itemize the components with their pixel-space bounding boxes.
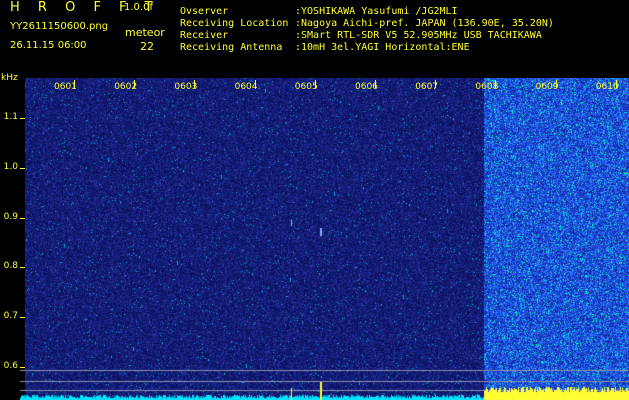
info-value: :SMart RTL-SDR V5 52.905MHz USB TACHIKAW… [295, 30, 542, 41]
x-tick-mark [495, 80, 497, 88]
datetime-label: 26.11.15 06:00 [10, 40, 87, 51]
y-tick-label: 0.7 [3, 311, 18, 322]
info-value: :10mH 3el.YAGI Horizontal:ENE [295, 42, 470, 53]
x-tick-mark [74, 80, 75, 88]
x-tick-mark [375, 80, 376, 88]
info-key: Receiving Location [180, 18, 289, 29]
info-row-antenna: Receiving Antenna :10mH 3el.YAGI Horizon… [180, 42, 554, 54]
info-key: Ovserver [180, 6, 229, 17]
info-key: Receiver [180, 30, 229, 41]
meteor-count: 22 [140, 40, 154, 53]
y-tick-label: 1.0 [3, 161, 18, 172]
y-tick-mark [20, 167, 25, 169]
x-tick-mark [254, 80, 256, 88]
spectrogram-canvas [20, 78, 629, 400]
meteor-label: meteor [125, 26, 165, 39]
y-tick-mark [20, 367, 25, 369]
y-axis-unit-label: kHz [1, 73, 18, 83]
info-value: :YOSHIKAWA Yasufumi /JG2MLI [295, 6, 458, 17]
y-tick-mark [20, 217, 25, 219]
info-row-location: Receiving Location :Nagoya Aichi-pref. J… [180, 18, 554, 30]
app-version: 1.0.0f [124, 2, 153, 13]
y-tick-label: 1.1 [3, 111, 18, 122]
filename-label: YY2611150600.png [10, 21, 109, 32]
y-tick-label: 0.9 [3, 211, 18, 222]
y-tick-mark [20, 117, 25, 119]
x-tick-mark [615, 80, 617, 88]
info-value: :Nagoya Aichi-pref. JAPAN (136.90E, 35.2… [295, 18, 554, 29]
x-tick-mark [435, 80, 437, 88]
y-tick-mark [20, 267, 25, 269]
x-tick-mark [194, 80, 196, 88]
info-row-receiver: Receiver :SMart RTL-SDR V5 52.905MHz USB… [180, 30, 554, 42]
x-tick-mark [134, 80, 136, 88]
x-tick-mark [314, 80, 316, 88]
y-tick-label: 0.8 [3, 261, 18, 272]
info-row-observer: Ovserver :YOSHIKAWA Yasufumi /JG2MLI [180, 6, 554, 18]
x-tick-mark [555, 80, 557, 88]
info-key: Receiving Antenna [180, 42, 283, 53]
y-tick-label: 0.6 [3, 361, 18, 372]
station-info: Ovserver :YOSHIKAWA Yasufumi /JG2MLI Rec… [180, 6, 554, 54]
y-tick-mark [20, 317, 25, 319]
